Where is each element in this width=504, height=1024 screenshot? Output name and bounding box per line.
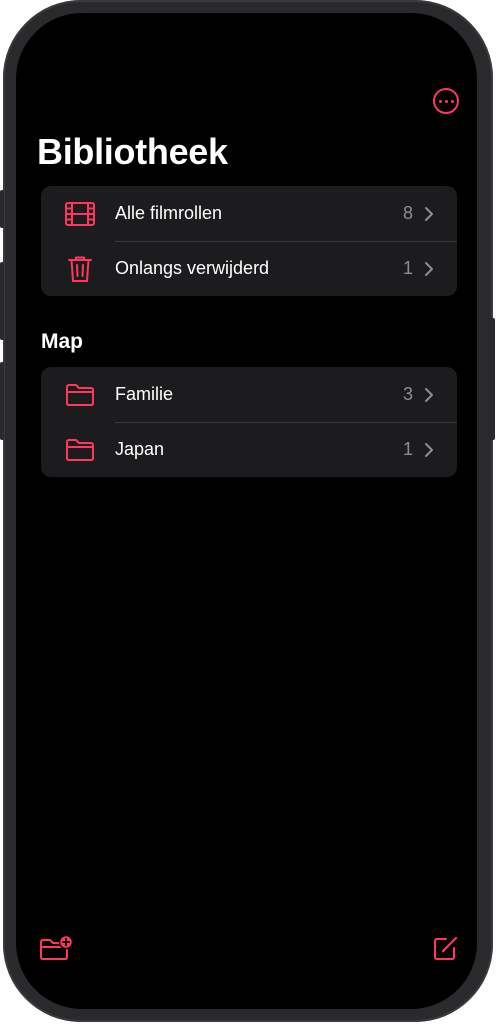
row-label: Alle filmrollen bbox=[115, 203, 223, 223]
row-label: Japan bbox=[115, 439, 165, 459]
chevron-right-icon bbox=[423, 206, 435, 222]
section-header-folders: Map bbox=[41, 330, 83, 353]
compose-button[interactable] bbox=[430, 933, 466, 963]
folder-icon bbox=[65, 380, 95, 410]
folder-item-familie[interactable]: Familie 3 bbox=[41, 367, 457, 422]
device-volume-down-button bbox=[0, 362, 4, 440]
folder-list: Familie 3 Japan 1 bbox=[41, 367, 457, 477]
row-label: Familie bbox=[115, 384, 174, 404]
chevron-right-icon bbox=[423, 442, 435, 458]
page-title: Bibliotheek bbox=[37, 131, 228, 172]
chevron-right-icon bbox=[423, 387, 435, 403]
device-action-button bbox=[0, 190, 4, 228]
row-count: 8 bbox=[402, 203, 413, 223]
library-item-all-rolls[interactable]: Alle filmrollen 8 bbox=[41, 186, 457, 241]
app-screen: Bibliotheek Alle filmrollen 8 Onlangs ve… bbox=[16, 13, 477, 1009]
library-item-recently-deleted[interactable]: Onlangs verwijderd 1 bbox=[41, 241, 457, 296]
row-count: 1 bbox=[402, 258, 413, 278]
new-folder-icon bbox=[40, 934, 74, 960]
row-count: 3 bbox=[402, 384, 413, 404]
compose-icon bbox=[434, 936, 458, 960]
folder-icon bbox=[65, 435, 95, 465]
film-icon bbox=[65, 199, 95, 229]
new-folder-button[interactable] bbox=[38, 933, 74, 963]
ellipsis-dot bbox=[450, 99, 454, 103]
row-label: Onlangs verwijderd bbox=[115, 258, 270, 278]
ellipsis-dot bbox=[444, 99, 448, 103]
folder-item-japan[interactable]: Japan 1 bbox=[41, 422, 457, 477]
ellipsis-circle-icon bbox=[438, 99, 442, 103]
row-count: 1 bbox=[402, 439, 413, 459]
trash-icon bbox=[65, 254, 95, 284]
more-options-button[interactable] bbox=[433, 88, 459, 114]
device-power-button bbox=[490, 318, 495, 440]
chevron-right-icon bbox=[423, 261, 435, 277]
device-volume-up-button bbox=[0, 262, 4, 340]
library-list: Alle filmrollen 8 Onlangs verwijderd 1 bbox=[41, 186, 457, 296]
